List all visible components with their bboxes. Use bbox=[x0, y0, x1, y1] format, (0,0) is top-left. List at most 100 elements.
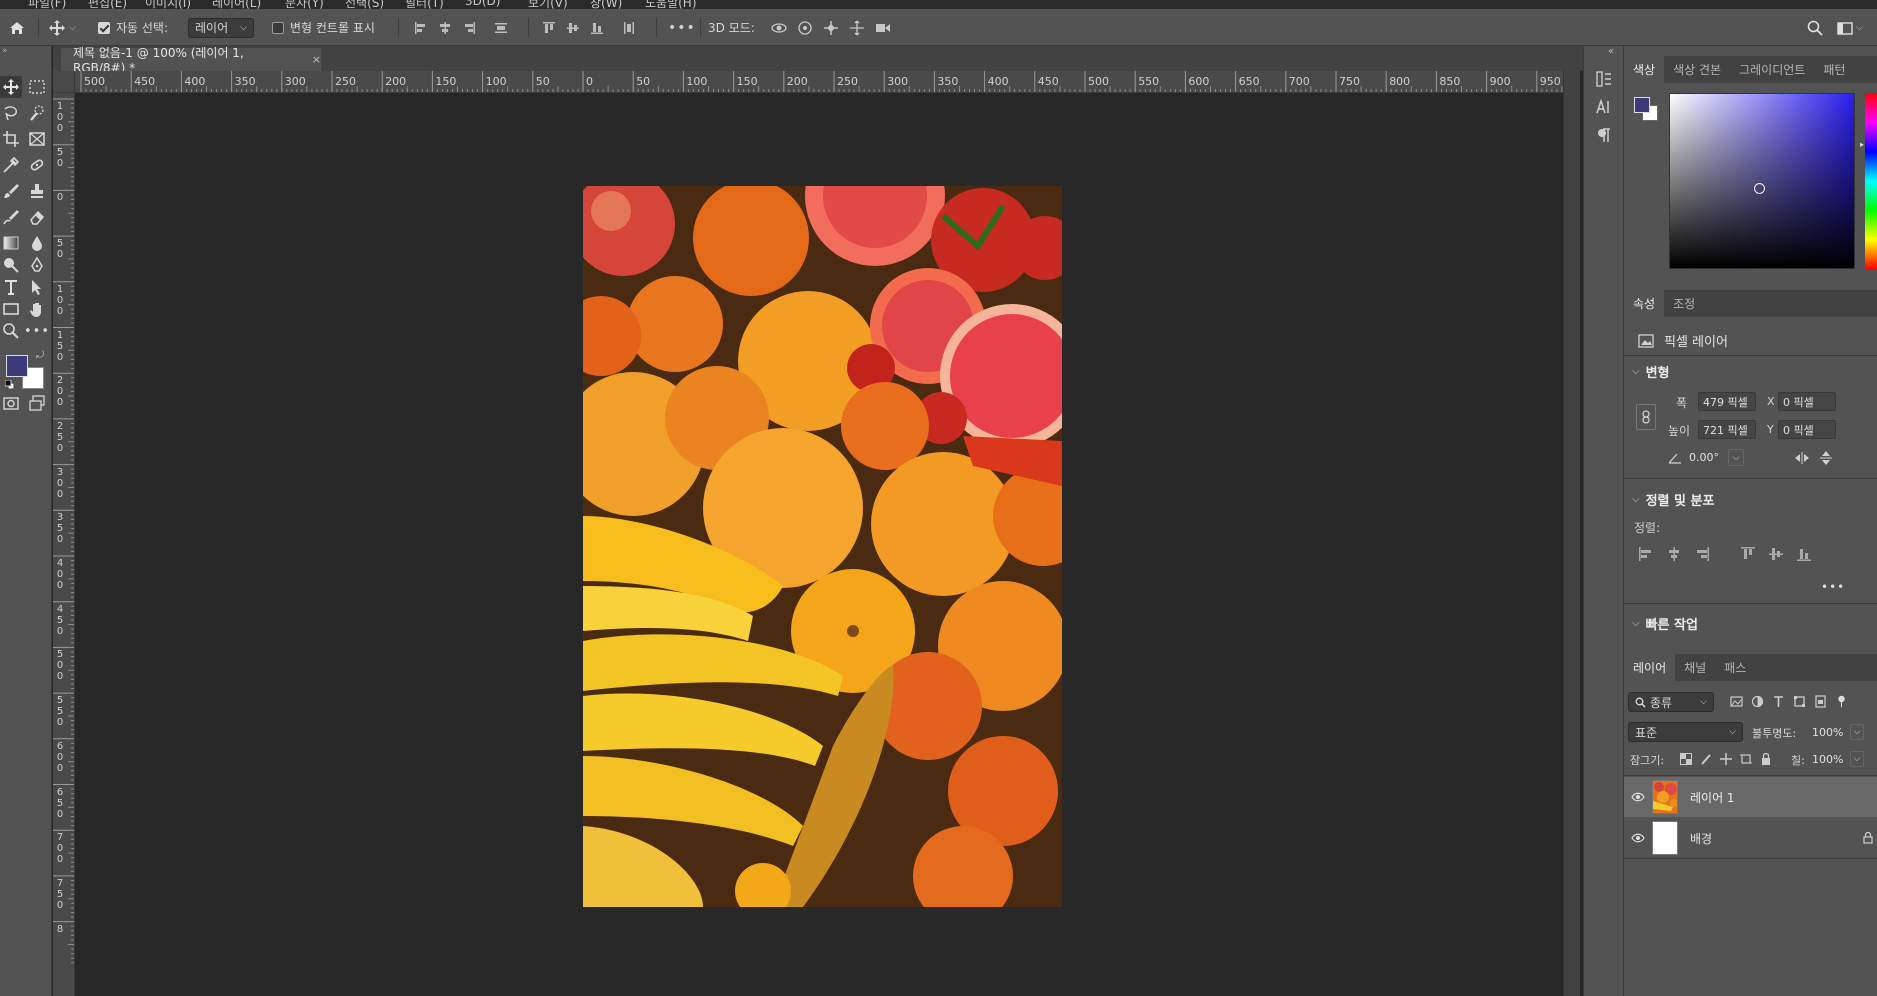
menu-file[interactable]: 파일(F) bbox=[28, 0, 66, 9]
dodge-tool[interactable] bbox=[0, 254, 22, 276]
angle-field[interactable]: 0.00° bbox=[1684, 448, 1734, 467]
lock-all-icon[interactable] bbox=[1760, 753, 1772, 765]
panel-align-right-icon[interactable] bbox=[1694, 546, 1710, 562]
tab-patterns[interactable]: 패턴 bbox=[1814, 56, 1854, 83]
visibility-toggle[interactable] bbox=[1624, 833, 1652, 843]
align-right-icon[interactable] bbox=[460, 19, 478, 37]
eraser-tool[interactable] bbox=[26, 206, 48, 228]
close-tab-icon[interactable]: × bbox=[312, 53, 321, 66]
frame-tool[interactable] bbox=[26, 128, 48, 150]
flip-horizontal-button[interactable] bbox=[1794, 451, 1810, 465]
y-field[interactable]: 0 픽셀 bbox=[1778, 420, 1836, 439]
menu-3d[interactable]: 3D(D) bbox=[465, 0, 500, 8]
pen-tool[interactable] bbox=[26, 254, 48, 276]
x-field[interactable]: 0 픽셀 bbox=[1778, 392, 1836, 411]
align-top-icon[interactable] bbox=[540, 19, 558, 37]
menu-layer[interactable]: 레이어(L) bbox=[212, 0, 261, 9]
quick-selection-tool[interactable] bbox=[26, 102, 48, 124]
align-center-h-icon[interactable] bbox=[436, 19, 454, 37]
filter-pixel-icon[interactable] bbox=[1730, 695, 1743, 708]
document-tab[interactable]: 제목 없음-1 @ 100% (레이어 1, RGB/8#) * × bbox=[61, 46, 321, 75]
spot-healing-tool[interactable] bbox=[26, 154, 48, 176]
layer-filter-dropdown[interactable]: 종류 ⌵ bbox=[1628, 692, 1714, 712]
panel-align-center-icon[interactable] bbox=[1666, 546, 1682, 562]
more-options-button[interactable]: ••• bbox=[668, 9, 696, 46]
tab-layers[interactable]: 레이어 bbox=[1624, 654, 1676, 681]
menu-view[interactable]: 보기(V) bbox=[528, 0, 568, 9]
brush-tool[interactable] bbox=[0, 180, 22, 202]
menu-type[interactable]: 문자(Y) bbox=[285, 0, 324, 9]
filter-shape-icon[interactable] bbox=[1793, 695, 1806, 708]
home-button[interactable] bbox=[8, 9, 26, 46]
document-canvas-image[interactable] bbox=[583, 186, 1062, 907]
roll-3d-icon[interactable] bbox=[796, 19, 814, 37]
menu-filter[interactable]: 필터(T) bbox=[405, 0, 444, 9]
align-section-header[interactable]: ⌵ 정렬 및 분포 bbox=[1632, 490, 1714, 509]
tab-adjustments[interactable]: 조정 bbox=[1664, 290, 1704, 317]
menu-edit[interactable]: 편집(E) bbox=[88, 0, 127, 9]
filter-toggle-icon[interactable] bbox=[1835, 695, 1848, 708]
link-dimensions-button[interactable] bbox=[1636, 404, 1656, 430]
character-panel-button[interactable] bbox=[1595, 98, 1613, 116]
history-panel-button[interactable] bbox=[1595, 70, 1613, 88]
height-field[interactable]: 721 픽셀 bbox=[1698, 420, 1756, 439]
panel-align-left-icon[interactable] bbox=[1638, 546, 1654, 562]
menu-image[interactable]: 이미지(I) bbox=[145, 0, 191, 9]
angle-dropdown[interactable]: ⌵ bbox=[1728, 449, 1744, 466]
panel-align-bottom-icon[interactable] bbox=[1796, 546, 1812, 562]
foreground-color-swatch[interactable] bbox=[6, 355, 28, 377]
hue-slider-handle-icon[interactable]: ▸ bbox=[1860, 140, 1864, 149]
menu-window[interactable]: 창(W) bbox=[590, 0, 622, 9]
align-more-button[interactable]: ••• bbox=[1821, 580, 1845, 594]
auto-select-toggle[interactable]: 자동 선택: bbox=[98, 9, 168, 46]
pan-3d-icon[interactable] bbox=[822, 19, 840, 37]
transform-section-header[interactable]: ⌵ 변형 bbox=[1632, 362, 1670, 381]
fill-field[interactable]: 100% bbox=[1807, 750, 1847, 769]
paragraph-panel-button[interactable] bbox=[1595, 126, 1613, 144]
canvas-scrollbar[interactable] bbox=[1563, 71, 1580, 996]
panel-align-top-icon[interactable] bbox=[1740, 546, 1756, 562]
zoom-tool[interactable] bbox=[0, 320, 22, 342]
menu-help[interactable]: 도움말(H) bbox=[645, 0, 697, 9]
ruler-origin[interactable] bbox=[53, 71, 75, 93]
opacity-field[interactable]: 100% bbox=[1807, 723, 1847, 742]
marquee-tool[interactable] bbox=[26, 76, 48, 98]
hue-slider[interactable] bbox=[1865, 93, 1877, 269]
menu-select[interactable]: 선택(S) bbox=[345, 0, 384, 9]
layer-row-background[interactable]: 배경 bbox=[1624, 818, 1877, 858]
swap-colors-icon[interactable]: ⤾ bbox=[36, 350, 44, 361]
hand-tool[interactable] bbox=[26, 298, 48, 320]
collapse-dock-icon[interactable]: « bbox=[1608, 46, 1614, 57]
color-field[interactable] bbox=[1669, 93, 1855, 269]
default-colors-icon[interactable] bbox=[5, 380, 14, 389]
visibility-toggle[interactable] bbox=[1624, 792, 1652, 802]
tab-properties[interactable]: 속성 bbox=[1624, 290, 1665, 317]
color-picker-handle[interactable] bbox=[1754, 183, 1765, 194]
layer-name[interactable]: 배경 bbox=[1690, 830, 1712, 847]
align-middle-icon[interactable] bbox=[564, 19, 582, 37]
filter-smart-object-icon[interactable] bbox=[1814, 695, 1827, 708]
tab-color[interactable]: 색상 bbox=[1624, 56, 1665, 83]
tab-swatches[interactable]: 색상 견본 bbox=[1664, 56, 1730, 83]
lock-image-icon[interactable] bbox=[1700, 753, 1712, 765]
transform-controls-checkbox[interactable] bbox=[272, 21, 284, 34]
path-selection-tool[interactable] bbox=[26, 276, 48, 298]
orbit-3d-icon[interactable] bbox=[770, 19, 788, 37]
screen-mode-button[interactable] bbox=[26, 392, 48, 414]
tab-paths[interactable]: 패스 bbox=[1715, 654, 1755, 681]
gradient-tool[interactable] bbox=[0, 232, 22, 254]
eyedropper-tool[interactable] bbox=[0, 154, 22, 176]
slide-3d-icon[interactable] bbox=[848, 19, 866, 37]
blend-mode-dropdown[interactable]: 표준 ⌵ bbox=[1628, 722, 1743, 742]
color-panel-foreground-swatch[interactable] bbox=[1634, 97, 1650, 113]
layer-row-layer1[interactable]: 레이어 1 bbox=[1624, 777, 1877, 817]
fill-slider-button[interactable]: ⌵ bbox=[1850, 751, 1864, 767]
move-tool[interactable] bbox=[0, 76, 22, 98]
scale-3d-icon[interactable] bbox=[874, 19, 892, 37]
filter-type-icon[interactable] bbox=[1772, 695, 1785, 708]
distribute-vertical-icon[interactable] bbox=[492, 19, 510, 37]
move-tool-preset[interactable]: ⌵ bbox=[48, 9, 76, 46]
transform-controls-toggle[interactable]: 변형 컨트롤 표시 bbox=[272, 9, 375, 46]
clone-stamp-tool[interactable] bbox=[26, 180, 48, 202]
lasso-tool[interactable] bbox=[0, 102, 22, 124]
